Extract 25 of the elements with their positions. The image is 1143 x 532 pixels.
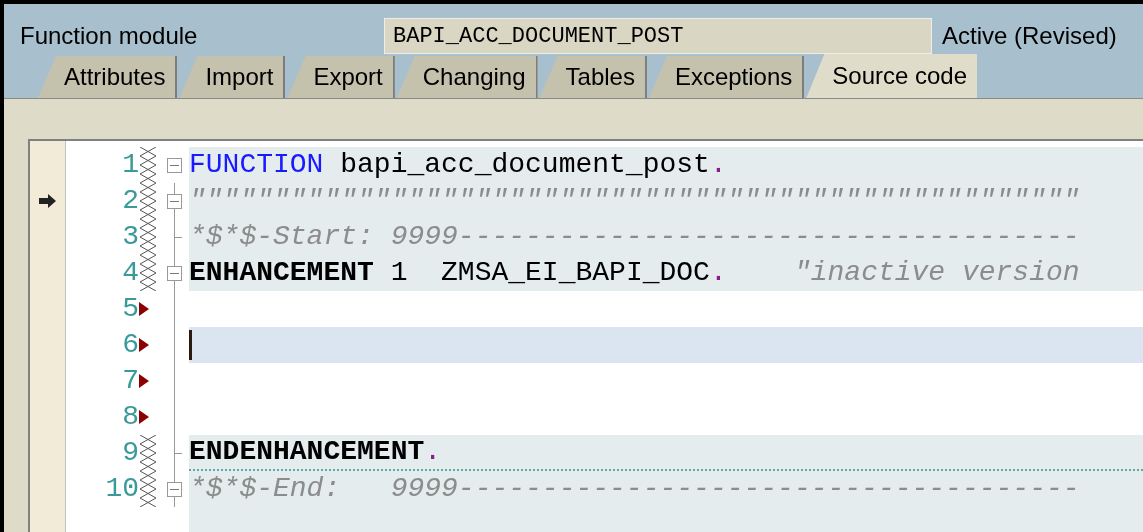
line-number: 4 — [122, 259, 139, 287]
status-text: Active (Revised) — [942, 21, 1117, 51]
tab[interactable]: Export — [287, 56, 395, 98]
line-number: 9 — [122, 439, 139, 467]
tab[interactable]: Source code — [806, 54, 978, 98]
collapse-button[interactable] — [166, 193, 182, 209]
line-number: 6 — [122, 331, 139, 359]
line-number: 7 — [122, 367, 139, 395]
collapse-button[interactable] — [166, 157, 182, 173]
line-number: 2 — [122, 187, 139, 215]
collapse-button[interactable] — [166, 265, 182, 281]
field-label: Function module — [19, 21, 199, 51]
line-number: 8 — [122, 403, 139, 431]
collapse-button[interactable] — [166, 481, 182, 497]
line-number: 10 — [105, 475, 139, 503]
function-module-field[interactable]: BAPI_ACC_DOCUMENT_POST — [384, 18, 932, 54]
line-number: 5 — [122, 295, 139, 323]
tab[interactable]: Changing — [396, 56, 538, 98]
tab[interactable]: Attributes — [38, 56, 178, 98]
text-cursor — [189, 330, 192, 360]
line-number: 1 — [122, 151, 139, 179]
line-number: 3 — [122, 223, 139, 251]
tab[interactable]: Exceptions — [648, 56, 805, 98]
tab[interactable]: Import — [179, 56, 286, 98]
tab[interactable]: Tables — [539, 56, 647, 98]
